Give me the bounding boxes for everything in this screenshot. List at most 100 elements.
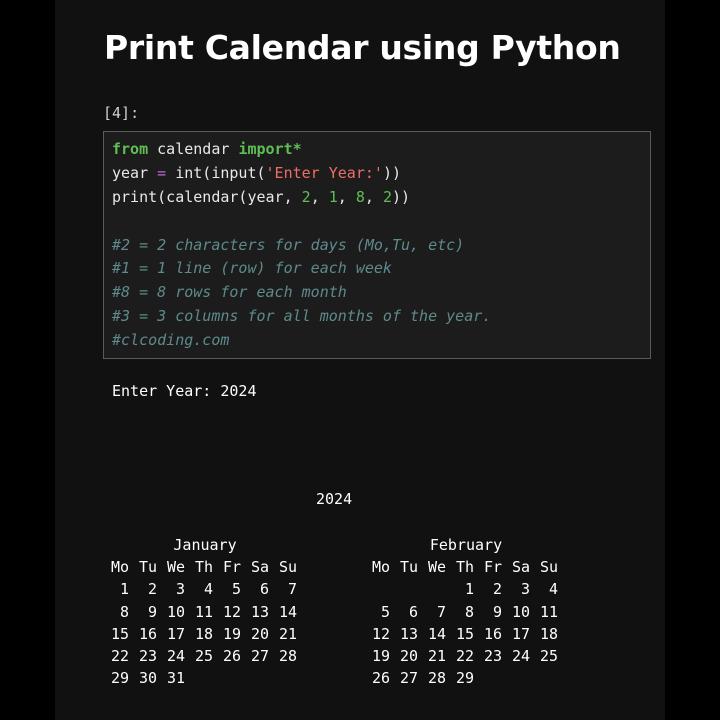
day-cell bbox=[530, 667, 558, 689]
day-cell: 6 bbox=[259, 580, 269, 599]
day-cell bbox=[390, 578, 418, 600]
code-line-1: from calendar import* bbox=[112, 138, 491, 162]
day-cell: 29 bbox=[455, 669, 474, 688]
keyword-import: import* bbox=[238, 140, 302, 158]
day-cell: 10 bbox=[166, 602, 185, 621]
day-cell: 17 bbox=[511, 624, 530, 643]
code-comment: #clcoding.com bbox=[112, 331, 230, 350]
day-cell bbox=[418, 578, 446, 600]
weekday-header: We bbox=[427, 558, 446, 576]
day-cell: 30 bbox=[138, 669, 157, 688]
day-cell: 19 bbox=[222, 624, 241, 643]
day-cell: 3 bbox=[520, 580, 530, 599]
code-token: , bbox=[364, 187, 383, 206]
day-cell: 9 bbox=[492, 602, 502, 621]
day-cell: 4 bbox=[548, 580, 558, 599]
weekday-header: Su bbox=[539, 558, 558, 576]
day-cell: 22 bbox=[110, 647, 129, 666]
weekday-header: Fr bbox=[222, 558, 241, 576]
code-comment: #1 = 1 line (row) for each week bbox=[112, 259, 392, 278]
month-name: January bbox=[173, 536, 237, 554]
day-cell: 25 bbox=[539, 647, 558, 666]
code-line-3: print(calendar(year, 2, 1, 8, 2)) bbox=[112, 186, 491, 210]
day-cell: 12 bbox=[222, 602, 241, 621]
day-cell: 5 bbox=[231, 580, 241, 599]
day-cell: 10 bbox=[511, 602, 530, 621]
month-february: February Mo Tu We Th Fr Sa Su 1 2 3 4 5 6 7 8 9 10 11 12 13 1… bbox=[371, 534, 561, 690]
day-cell: 9 bbox=[147, 602, 157, 621]
day-cell: 27 bbox=[399, 669, 418, 688]
day-cell: 23 bbox=[138, 647, 157, 666]
cell-prompt: [4]: bbox=[103, 104, 140, 122]
day-cell: 7 bbox=[436, 602, 446, 621]
month-january: January Mo Tu We Th Fr Sa Su 1 2 3 4 5 6 7 8 9 10 11 12 13 14… bbox=[110, 534, 300, 690]
weekday-header: Th bbox=[455, 558, 474, 576]
assign-operator: = bbox=[157, 163, 167, 182]
code-token: print(calendar(year, bbox=[112, 187, 302, 206]
day-cell: 19 bbox=[371, 647, 390, 666]
day-cell: 1 bbox=[464, 580, 474, 599]
code-token: )) bbox=[391, 187, 411, 206]
day-cell: 4 bbox=[203, 580, 213, 599]
weekday-header: Tu bbox=[138, 558, 157, 576]
day-cell: 13 bbox=[399, 624, 418, 643]
weekday-header: Su bbox=[278, 558, 297, 576]
code-editor[interactable]: from calendar import* year = int(input('E… bbox=[112, 138, 491, 353]
code-comment: #3 = 3 columns for all months of the yea… bbox=[112, 307, 492, 326]
number-literal: 8 bbox=[355, 187, 365, 206]
day-cell: 29 bbox=[110, 669, 129, 688]
day-cell: 31 bbox=[166, 669, 185, 688]
day-cell: 15 bbox=[455, 624, 474, 643]
day-cell: 28 bbox=[427, 669, 446, 688]
week-row: 1234 bbox=[371, 578, 561, 600]
day-cell: 11 bbox=[194, 602, 213, 621]
day-cell bbox=[213, 667, 241, 689]
keyword-from: from bbox=[112, 140, 149, 158]
day-cell: 7 bbox=[287, 580, 297, 599]
day-cell: 6 bbox=[408, 602, 418, 621]
day-cell: 21 bbox=[427, 647, 446, 666]
day-cell: 27 bbox=[250, 647, 269, 666]
string-literal: 'Enter Year:' bbox=[265, 163, 383, 182]
week-row: 1234567 bbox=[110, 578, 300, 600]
day-cell: 25 bbox=[194, 647, 213, 666]
day-cell: 14 bbox=[427, 624, 446, 643]
week-row: 8 9 10 11 12 13 14 bbox=[110, 601, 300, 623]
day-cell: 5 bbox=[380, 602, 390, 621]
code-token: )) bbox=[382, 163, 401, 182]
day-cell: 14 bbox=[278, 602, 297, 621]
day-cell: 8 bbox=[119, 602, 129, 621]
day-cell bbox=[241, 667, 269, 689]
month-name: February bbox=[429, 536, 503, 554]
weekday-header: Sa bbox=[250, 558, 269, 576]
day-cell: 13 bbox=[250, 602, 269, 621]
day-cell: 8 bbox=[464, 602, 474, 621]
day-cell: 18 bbox=[194, 624, 213, 643]
code-comment: #8 = 8 rows for each month bbox=[112, 283, 347, 302]
day-cell: 22 bbox=[455, 647, 474, 666]
week-row: 5 6 7 8 9 10 11 bbox=[371, 601, 561, 623]
weekday-header-row: Mo Tu We Th Fr Sa Su bbox=[371, 556, 561, 578]
day-cell: 3 bbox=[175, 580, 185, 599]
weekday-header: Mo bbox=[110, 558, 129, 576]
code-token: , bbox=[310, 187, 329, 206]
day-cell: 20 bbox=[250, 624, 269, 643]
day-cell: 12 bbox=[371, 624, 390, 643]
day-cell: 26 bbox=[222, 647, 241, 666]
number-literal: 2 bbox=[382, 187, 392, 206]
number-literal: 2 bbox=[301, 187, 311, 206]
day-cell bbox=[269, 667, 297, 689]
week-row: 29 30 31 bbox=[110, 667, 300, 689]
day-cell: 21 bbox=[278, 624, 297, 643]
day-cell bbox=[185, 667, 213, 689]
day-cell: 1 bbox=[119, 580, 129, 599]
code-token: year bbox=[112, 163, 158, 182]
page-title: Print Calendar using Python bbox=[104, 28, 621, 67]
day-cell bbox=[474, 667, 502, 689]
weekday-header: Mo bbox=[371, 558, 390, 576]
day-cell bbox=[502, 667, 530, 689]
weekday-header: Th bbox=[194, 558, 213, 576]
day-cell: 17 bbox=[166, 624, 185, 643]
day-cell: 16 bbox=[483, 624, 502, 643]
